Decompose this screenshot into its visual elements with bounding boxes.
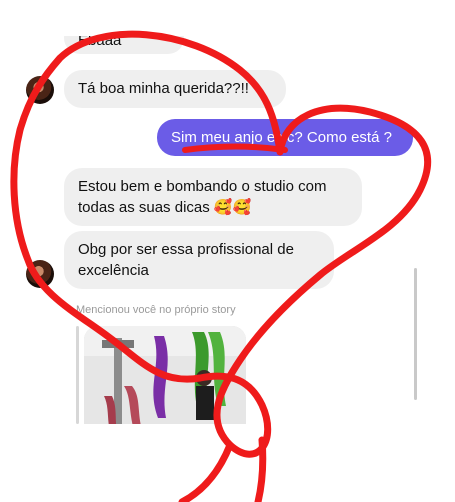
red-scribble-overlay [10,30,432,502]
